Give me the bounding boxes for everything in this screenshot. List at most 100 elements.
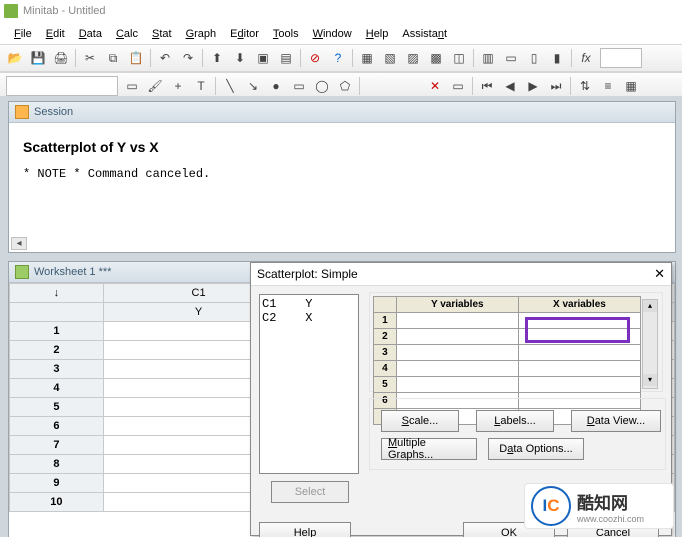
grid-row-header[interactable]: 2 <box>374 329 397 345</box>
select-button: Select <box>271 481 349 503</box>
grid-header-y[interactable]: Y variables <box>396 297 518 313</box>
reportpad-icon[interactable]: ▯ <box>523 47 545 69</box>
cut-icon[interactable]: ✂ <box>79 47 101 69</box>
data-options-button[interactable]: Data Options... <box>488 438 584 460</box>
nav-fwd-icon[interactable]: ⬇ <box>229 47 251 69</box>
text-tool-icon[interactable]: T <box>190 75 212 97</box>
grid-cell-x[interactable] <box>518 377 640 393</box>
watermark-url: www.coozhi.com <box>577 514 644 524</box>
menu-window[interactable]: Window <box>307 26 358 42</box>
grid-vscroll[interactable]: ▴▾ <box>642 299 658 389</box>
marker-tool-icon[interactable]: ● <box>265 75 287 97</box>
grid-header-x[interactable]: X variables <box>518 297 640 313</box>
menu-file[interactable]: File <box>8 26 38 42</box>
menu-help[interactable]: Help <box>360 26 395 42</box>
data-view-button[interactable]: Data View... <box>571 410 661 432</box>
grid-cell-y[interactable] <box>396 329 518 345</box>
sort-icon[interactable]: ⇅ <box>574 75 596 97</box>
grid-cell-y[interactable] <box>396 313 518 329</box>
row-header[interactable]: 3 <box>10 360 104 379</box>
labels-button[interactable]: Labels... <box>476 410 554 432</box>
menu-graph[interactable]: Graph <box>180 26 223 42</box>
brush-dropdown[interactable] <box>6 76 118 96</box>
row-header[interactable]: 2 <box>10 341 104 360</box>
crosshair-icon[interactable]: + <box>167 75 189 97</box>
grid-cell-x[interactable] <box>518 361 640 377</box>
grid-row-header[interactable]: 5 <box>374 377 397 393</box>
next-icon[interactable]: ▶ <box>522 75 544 97</box>
session-heading: Scatterplot of Y vs X <box>23 139 661 155</box>
session-hscroll[interactable]: ◂ <box>11 237 27 250</box>
menu-edit[interactable]: Edit <box>40 26 71 42</box>
help-icon[interactable]: ? <box>327 47 349 69</box>
brush-tool-icon[interactable]: 🖌 <box>144 75 166 97</box>
menu-calc[interactable]: Calc <box>110 26 144 42</box>
row-header[interactable]: 5 <box>10 398 104 417</box>
multiple-graphs-button[interactable]: Multiple Graphs... <box>381 438 477 460</box>
filter-icon[interactable]: ≡ <box>597 75 619 97</box>
scale-button[interactable]: Scale... <box>381 410 459 432</box>
graph-folder-icon[interactable]: ▮ <box>546 47 568 69</box>
print-icon[interactable]: 🖨 <box>50 47 72 69</box>
tool-d-icon[interactable]: ▩ <box>425 47 447 69</box>
report-icon[interactable]: ▭ <box>500 47 522 69</box>
favorites-icon[interactable]: ▥ <box>477 47 499 69</box>
grid-cell-x[interactable] <box>518 329 640 345</box>
menu-assistant[interactable]: Assistant <box>396 26 453 42</box>
ellipse-tool-icon[interactable]: ◯ <box>311 75 333 97</box>
zoom-icon[interactable]: ▭ <box>447 75 469 97</box>
nav-back-icon[interactable]: ⬆ <box>206 47 228 69</box>
copy-icon[interactable]: ⧉ <box>102 47 124 69</box>
row-header[interactable]: 8 <box>10 455 104 474</box>
row-header[interactable]: 10 <box>10 493 104 512</box>
session-titlebar[interactable]: Session <box>9 102 675 123</box>
row-header[interactable]: 4 <box>10 379 104 398</box>
close-icon[interactable]: ✕ <box>654 266 665 282</box>
grid-icon[interactable]: ▦ <box>620 75 642 97</box>
tool-a-icon[interactable]: ▦ <box>356 47 378 69</box>
variable-list[interactable]: C1 Y C2 X <box>259 294 359 474</box>
session-title: Session <box>34 106 73 118</box>
polygon-tool-icon[interactable]: ⬠ <box>334 75 356 97</box>
tool-b-icon[interactable]: ▧ <box>379 47 401 69</box>
tool-e-icon[interactable]: ◫ <box>448 47 470 69</box>
delete-red-icon[interactable]: ✕ <box>424 75 446 97</box>
line-tool-icon[interactable]: ╲ <box>219 75 241 97</box>
show-session-icon[interactable]: ▣ <box>252 47 274 69</box>
open-icon[interactable]: 📂 <box>4 47 26 69</box>
grid-cell-y[interactable] <box>396 361 518 377</box>
save-icon[interactable]: 💾 <box>27 47 49 69</box>
row-header[interactable]: 6 <box>10 417 104 436</box>
row-header[interactable]: 7 <box>10 436 104 455</box>
menu-tools[interactable]: Tools <box>267 26 305 42</box>
dialog-titlebar[interactable]: Scatterplot: Simple ✕ <box>251 263 671 286</box>
fx-input[interactable] <box>600 48 642 68</box>
row-header[interactable]: 9 <box>10 474 104 493</box>
show-worksheet-icon[interactable]: ▤ <box>275 47 297 69</box>
redo-icon[interactable]: ↷ <box>177 47 199 69</box>
grid-cell-y[interactable] <box>396 345 518 361</box>
undo-icon[interactable]: ↶ <box>154 47 176 69</box>
paste-icon[interactable]: 📋 <box>125 47 147 69</box>
cancel-command-icon[interactable]: ⊘ <box>304 47 326 69</box>
select-tool-icon[interactable]: ▭ <box>121 75 143 97</box>
tool-c-icon[interactable]: ▨ <box>402 47 424 69</box>
menu-stat[interactable]: Stat <box>146 26 178 42</box>
menu-editor[interactable]: Editor <box>224 26 265 42</box>
menu-data[interactable]: Data <box>73 26 108 42</box>
grid-cell-x[interactable] <box>518 345 640 361</box>
help-button[interactable]: Help <box>259 522 351 537</box>
arrow-tool-icon[interactable]: ↘ <box>242 75 264 97</box>
fx-icon[interactable]: fx <box>575 47 597 69</box>
grid-row-header[interactable]: 1 <box>374 313 397 329</box>
first-icon[interactable]: ⏮ <box>476 75 498 97</box>
last-icon[interactable]: ⏭ <box>545 75 567 97</box>
row-header[interactable]: 1 <box>10 322 104 341</box>
corner-cell[interactable]: ↓ <box>10 284 104 303</box>
prev-icon[interactable]: ◀ <box>499 75 521 97</box>
grid-cell-x[interactable] <box>518 313 640 329</box>
rect-tool-icon[interactable]: ▭ <box>288 75 310 97</box>
grid-row-header[interactable]: 4 <box>374 361 397 377</box>
grid-cell-y[interactable] <box>396 377 518 393</box>
grid-row-header[interactable]: 3 <box>374 345 397 361</box>
